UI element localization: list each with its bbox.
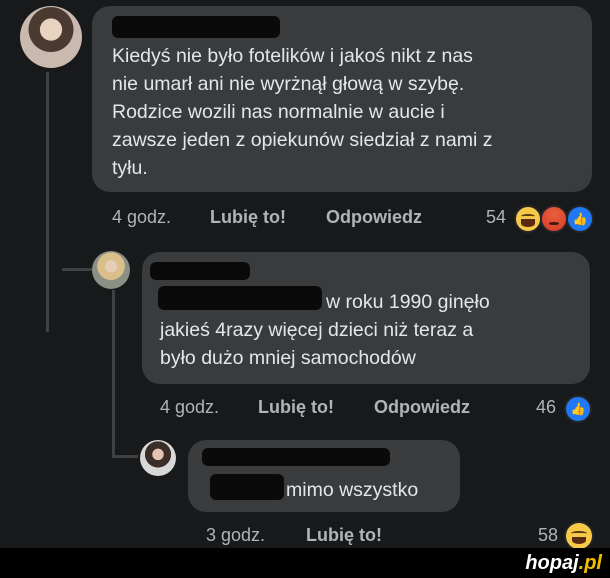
avatar[interactable] bbox=[20, 6, 82, 68]
watermark-logo: hopaj.pl bbox=[525, 552, 602, 575]
haha-icon[interactable] bbox=[514, 205, 542, 233]
haha-icon[interactable] bbox=[564, 521, 594, 551]
thread-line-branch-2 bbox=[112, 455, 138, 458]
comment-text: Kiedyś nie było fotelików i jakoś nikt z… bbox=[112, 45, 493, 179]
avatar[interactable] bbox=[140, 440, 176, 476]
redacted-author-name bbox=[112, 16, 280, 38]
watermark-suffix: .pl bbox=[578, 552, 602, 574]
thread-line-branch-1 bbox=[62, 268, 92, 271]
reaction-count[interactable]: 58 bbox=[538, 525, 558, 546]
comment-timestamp[interactable]: 4 godz. bbox=[112, 207, 171, 228]
redacted-author-name bbox=[202, 448, 390, 466]
comment-text: mimo wszystko bbox=[286, 479, 419, 501]
reply-button[interactable]: Odpowiedz bbox=[374, 397, 470, 418]
comment-bubble-3: mimo wszystko bbox=[188, 440, 460, 512]
like-button[interactable]: Lubię to! bbox=[210, 207, 286, 228]
like-button[interactable]: Lubię to! bbox=[306, 525, 382, 546]
watermark-bar bbox=[0, 548, 610, 578]
redacted-author-name bbox=[150, 262, 250, 280]
comment-timestamp[interactable]: 4 godz. bbox=[160, 397, 219, 418]
like-icon[interactable]: 👍 bbox=[564, 395, 592, 423]
like-button[interactable]: Lubię to! bbox=[258, 397, 334, 418]
comment-bubble-1: Kiedyś nie było fotelików i jakoś nikt z… bbox=[92, 6, 592, 192]
watermark-brand: hopaj bbox=[525, 552, 579, 574]
reaction-count[interactable]: 54 bbox=[486, 207, 506, 228]
comment-bubble-2: w roku 1990 ginęło jakieś 4razy więcej d… bbox=[142, 252, 590, 384]
thread-line-main bbox=[46, 72, 49, 332]
avatar[interactable] bbox=[92, 251, 130, 289]
redacted-mention bbox=[210, 474, 284, 500]
comment-timestamp[interactable]: 3 godz. bbox=[206, 525, 265, 546]
reply-button[interactable]: Odpowiedz bbox=[326, 207, 422, 228]
angry-icon[interactable] bbox=[540, 205, 568, 233]
thread-line-reply bbox=[112, 290, 115, 455]
comment-text: w roku 1990 ginęło jakieś 4razy więcej d… bbox=[160, 291, 490, 369]
reaction-count[interactable]: 46 bbox=[536, 397, 556, 418]
like-icon[interactable]: 👍 bbox=[566, 205, 594, 233]
